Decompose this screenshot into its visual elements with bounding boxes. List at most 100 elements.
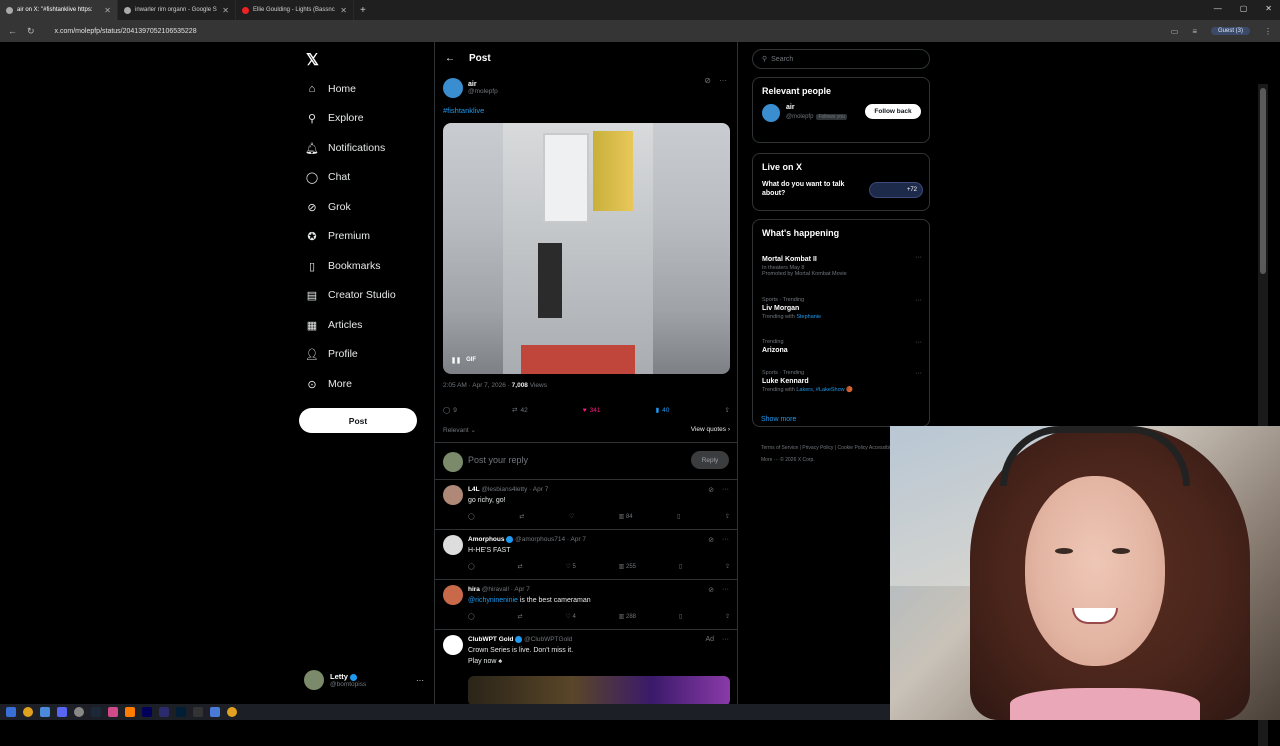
mention-link[interactable]: @richynineninie [468,597,518,604]
scrollbar-thumb[interactable] [1260,88,1266,274]
address-bar[interactable]: x.com/molepfp/status/2041397052106535228 [55,28,197,35]
maximize-icon[interactable]: ▢ [1240,4,1248,13]
more-options-icon[interactable]: ··· [722,636,729,643]
chrome-icon[interactable] [23,707,33,717]
app-icon[interactable] [193,707,203,717]
search-input[interactable]: ⚲ Search [752,49,930,69]
live-spaces-button[interactable]: +72 [869,182,923,198]
illustrator-icon[interactable] [125,707,135,717]
cast-icon[interactable]: ▭ [1171,27,1179,36]
nav-bookmarks[interactable]: ▯ Bookmarks [306,260,381,273]
steam-icon[interactable] [91,707,101,717]
reply-icon[interactable]: ◯ [468,613,475,620]
obs-icon[interactable] [74,707,84,717]
more-options-icon[interactable]: ··· [416,676,424,685]
reply-button[interactable]: ◯ 9 [443,406,457,415]
like-stat[interactable]: ♡ 5 [565,563,575,570]
view-quotes-link[interactable]: View quotes › [691,426,730,434]
reply-item[interactable]: hira @hiravall · Apr 7 @richynineninie i… [435,580,737,630]
close-tab-icon[interactable]: ✕ [222,6,229,15]
trend-item[interactable]: Sports · Trending Luke Kennard Trending … [762,370,922,393]
guest-profile-button[interactable]: Guest (3) [1210,27,1250,35]
share-icon[interactable]: ⇪ [725,513,730,520]
reply-item[interactable]: L4L @lesbians4letty · Apr 7 go richy, go… [435,480,737,530]
more-options-icon[interactable]: ··· [722,586,729,594]
grok-icon[interactable]: ⊘ [704,76,711,85]
avatar[interactable] [762,104,780,122]
bookmark-button[interactable]: ▮ 40 [656,406,670,415]
chrome-icon[interactable] [227,707,237,717]
repost-icon[interactable]: ⇄ [519,513,524,520]
views-stat[interactable]: ▥ 84 [619,513,633,520]
minimize-icon[interactable]: — [1214,4,1222,13]
share-icon[interactable]: ⇪ [725,563,730,570]
nav-explore[interactable]: ⚲ Explore [306,112,364,125]
nav-more[interactable]: ⊙ More [306,378,352,391]
nav-creator-studio[interactable]: ▤ Creator Studio [306,289,396,302]
close-window-icon[interactable]: ✕ [1265,4,1272,13]
grok-icon[interactable]: ⊘ [708,586,714,594]
x-logo-icon[interactable]: 𝕏 [306,50,319,70]
repost-button[interactable]: ⇄ 42 [512,406,528,415]
more-options-icon[interactable]: ··· [915,254,922,261]
premiere-icon[interactable] [159,707,169,717]
tabs-search-icon[interactable]: ≡ [1192,27,1197,36]
hashtag-link[interactable]: #fishtanklive [443,106,484,115]
back-icon[interactable]: ← [8,26,17,36]
browser-menu-icon[interactable]: ⋮ [1264,27,1272,36]
reload-icon[interactable]: ↻ [27,26,35,37]
more-options-icon[interactable]: ··· [722,536,729,544]
follow-back-button[interactable]: Follow back [865,104,921,119]
bookmark-icon[interactable]: ▯ [679,563,682,570]
repost-icon[interactable]: ⇄ [518,613,523,620]
close-tab-icon[interactable]: ✕ [104,6,111,15]
more-options-icon[interactable]: ··· [915,339,922,346]
pause-icon[interactable]: ❚❚ [451,357,461,364]
new-tab-icon[interactable]: + [360,5,366,16]
nav-profile[interactable]: 👤︎ Profile [305,348,358,361]
app-icon[interactable] [40,707,50,717]
nav-notifications[interactable]: 🔔︎ Notifications [305,142,385,155]
start-icon[interactable] [6,707,16,717]
share-icon[interactable]: ⇪ [725,613,730,620]
show-more-link[interactable]: Show more [761,416,796,423]
reply-input[interactable]: Post your reply [468,455,528,465]
bookmark-icon[interactable]: ▯ [679,613,682,620]
reply-icon[interactable]: ◯ [468,563,475,570]
photoshop-icon[interactable] [176,707,186,717]
heart-icon[interactable]: ♡ [569,513,574,520]
more-options-icon[interactable]: ··· [915,370,922,377]
reply-submit-button[interactable]: Reply [691,451,729,469]
post-author[interactable]: air @molepfp [443,78,498,98]
like-stat[interactable]: ♡ 4 [565,613,575,620]
like-button[interactable]: ♥ 341 [583,406,601,414]
repost-icon[interactable]: ⇄ [518,563,523,570]
nav-home[interactable]: ⌂ Home [306,83,356,95]
more-options-icon[interactable]: ··· [915,297,922,304]
more-options-icon[interactable]: ··· [722,486,729,494]
browser-tab[interactable]: Ellie Goulding - Lights (Bassnc ✕ [236,0,354,20]
views-stat[interactable]: ▥ 255 [619,563,636,570]
after-effects-icon[interactable] [142,707,152,717]
sort-dropdown[interactable]: Relevant ⌄ [443,426,476,434]
discord-icon[interactable] [57,707,67,717]
nav-chat[interactable]: ◯ Chat [306,171,350,184]
reply-item[interactable]: Amorphous @amorphous714 · Apr 7 H-HE'S F… [435,530,737,580]
nav-premium[interactable]: ✪ Premium [306,230,370,243]
ad-item[interactable]: ClubWPT Gold @ClubWPTGold Crown Series i… [435,630,737,704]
grok-icon[interactable]: ⊘ [708,536,714,544]
grok-icon[interactable]: ⊘ [708,486,714,494]
share-button[interactable]: ⇪ [725,406,730,414]
trend-item[interactable]: Sports · Trending Liv Morgan Trending wi… [762,297,922,320]
views-stat[interactable]: ▥ 288 [619,613,636,620]
trend-item[interactable]: Trending Arizona ··· [762,339,922,356]
compose-post-button[interactable]: Post [299,408,417,433]
account-switcher[interactable]: Letty @bomtopiss ··· [304,670,424,690]
nav-grok[interactable]: ⊘ Grok [306,201,350,214]
back-arrow-icon[interactable]: ← [445,53,455,64]
close-tab-icon[interactable]: ✕ [340,6,347,15]
ad-image[interactable] [468,676,730,704]
nav-articles[interactable]: ▦ Articles [306,319,363,332]
app-icon[interactable] [210,707,220,717]
browser-tab[interactable]: air on X: "#fishtanklive https: ✕ [0,0,118,20]
